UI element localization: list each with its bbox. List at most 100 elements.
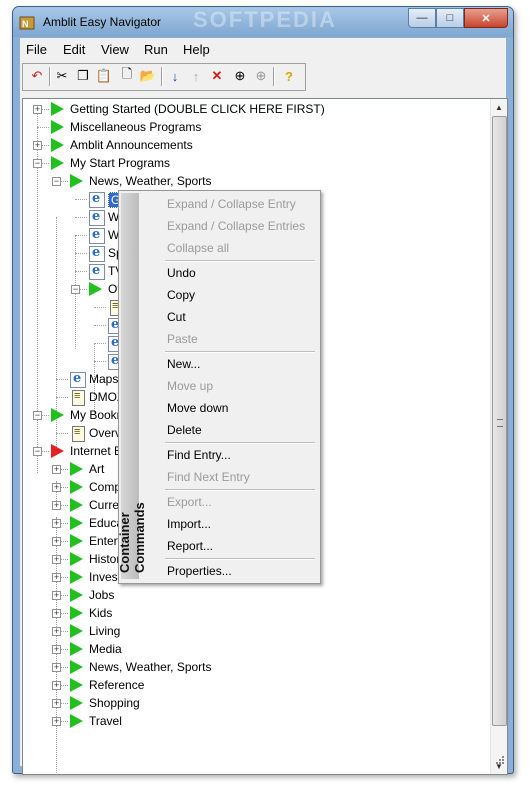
cut-button[interactable]: ✂ (52, 66, 72, 86)
find-button[interactable]: ⊕ (230, 66, 250, 86)
expand-icon[interactable]: + (52, 627, 61, 636)
context-menu-item[interactable]: Properties... (167, 564, 232, 578)
tree-node[interactable]: − News, Weather, Sports (23, 173, 483, 191)
context-menu-item[interactable]: Collapse all (167, 241, 229, 255)
context-menu-item[interactable]: Export... (167, 495, 212, 509)
context-menu-item[interactable]: Import... (167, 517, 211, 531)
expand-icon[interactable]: + (52, 681, 61, 690)
tree-node-label[interactable]: Reference (89, 678, 144, 692)
new-button[interactable]: 🗋 (117, 66, 137, 86)
context-menu-item[interactable]: Paste (167, 332, 198, 346)
context-menu-item[interactable]: Expand / Collapse Entries (167, 219, 305, 233)
menu-file[interactable]: File (26, 42, 47, 57)
expand-icon[interactable]: + (52, 609, 61, 618)
expand-icon[interactable]: + (52, 717, 61, 726)
tree-node[interactable]: + Media (23, 641, 483, 659)
tree-node-label[interactable]: Miscellaneous Programs (70, 120, 201, 134)
context-menu-item[interactable]: Expand / Collapse Entry (167, 197, 296, 211)
collapse-icon[interactable]: − (71, 285, 80, 294)
menu-separator (165, 489, 315, 491)
context-menu-item[interactable]: Move down (167, 401, 228, 415)
folder-flag-icon (51, 102, 64, 116)
folder-flag-icon (70, 606, 83, 620)
expand-icon[interactable]: + (52, 519, 61, 528)
tree-node[interactable]: − My Start Programs (23, 155, 483, 173)
context-menu-item[interactable]: Undo (167, 266, 196, 280)
tree-node-label[interactable]: Kids (89, 606, 112, 620)
tree-node-label[interactable]: My Start Programs (70, 156, 170, 170)
tree-node[interactable]: + Kids (23, 605, 483, 623)
help-button[interactable]: ? (279, 66, 299, 86)
expand-icon[interactable]: + (52, 663, 61, 672)
expand-icon[interactable]: + (52, 591, 61, 600)
open-button[interactable]: 📂 (138, 66, 158, 86)
tree-node-label[interactable]: Media (89, 642, 122, 656)
tree-node-label[interactable]: Getting Started (DOUBLE CLICK HERE FIRST… (70, 102, 325, 116)
minimize-button[interactable]: — (408, 8, 436, 28)
vertical-scrollbar[interactable]: ▲ ▼ (490, 99, 507, 774)
context-menu-item[interactable]: Find Next Entry (167, 470, 250, 484)
context-menu-item[interactable]: Copy (167, 288, 195, 302)
delete-button[interactable]: ✕ (207, 66, 227, 86)
expand-icon[interactable]: + (52, 483, 61, 492)
menu-separator (165, 442, 315, 444)
collapse-icon[interactable]: − (33, 159, 42, 168)
menu-separator (165, 558, 315, 560)
tree-node[interactable]: + Travel (23, 713, 483, 731)
title-bar[interactable]: N Amblit Easy Navigator SOFTPEDIA — □ ✕ (13, 7, 513, 37)
tree-node[interactable]: + News, Weather, Sports (23, 659, 483, 677)
tree-node[interactable]: + Reference (23, 677, 483, 695)
tree-node[interactable]: + Jobs (23, 587, 483, 605)
folder-flag-icon (70, 642, 83, 656)
expand-icon[interactable]: + (52, 645, 61, 654)
expand-icon[interactable]: + (52, 699, 61, 708)
tree-node-label[interactable]: News, Weather, Sports (89, 660, 212, 674)
context-menu-item[interactable]: New... (167, 357, 200, 371)
menu-view[interactable]: View (101, 42, 129, 57)
collapse-icon[interactable]: − (33, 447, 42, 456)
collapse-icon[interactable]: − (33, 411, 42, 420)
move-down-button[interactable]: ↓ (165, 66, 185, 86)
tree-node[interactable]: + Shopping (23, 695, 483, 713)
expand-icon[interactable]: + (52, 573, 61, 582)
tree-node-label[interactable]: Living (89, 624, 120, 638)
tree-node-label[interactable]: Shopping (89, 696, 140, 710)
copy-button[interactable]: ❐ (73, 66, 93, 86)
scroll-up-arrow-icon[interactable]: ▲ (491, 99, 507, 115)
scroll-thumb[interactable] (492, 116, 507, 726)
tree-node[interactable]: + Living (23, 623, 483, 641)
menu-edit[interactable]: Edit (63, 42, 85, 57)
menu-help[interactable]: Help (183, 42, 210, 57)
find-next-button[interactable]: ⊕ (251, 66, 271, 86)
tree-node[interactable]: Miscellaneous Programs (23, 119, 483, 137)
tree-node-label[interactable]: Art (89, 462, 104, 476)
resize-grip-icon[interactable] (495, 755, 505, 765)
folder-flag-icon (70, 588, 83, 602)
context-menu-item[interactable]: Move up (167, 379, 213, 393)
menu-run[interactable]: Run (144, 42, 168, 57)
context-menu-item[interactable]: Report... (167, 539, 213, 553)
paste-button[interactable]: 📋 (94, 66, 114, 86)
tree-node[interactable]: + Amblit Announcements (23, 137, 483, 155)
expand-icon[interactable]: + (33, 141, 42, 150)
folder-flag-icon (51, 408, 64, 422)
context-menu-item[interactable]: Find Entry... (167, 448, 231, 462)
context-menu-item[interactable]: Delete (167, 423, 202, 437)
tree-node-label[interactable]: Travel (89, 714, 122, 728)
tree-node[interactable]: + Getting Started (DOUBLE CLICK HERE FIRS… (23, 101, 483, 119)
tree-node-label[interactable]: News, Weather, Sports (89, 174, 212, 188)
expand-icon[interactable]: + (52, 501, 61, 510)
context-menu-title: Container Commands (117, 502, 147, 573)
move-up-button[interactable]: ↑ (186, 66, 206, 86)
close-button[interactable]: ✕ (464, 8, 508, 28)
tree-node-label[interactable]: Amblit Announcements (70, 138, 193, 152)
collapse-icon[interactable]: − (52, 177, 61, 186)
expand-icon[interactable]: + (52, 537, 61, 546)
undo-button[interactable]: ↶ (27, 66, 47, 86)
expand-icon[interactable]: + (52, 555, 61, 564)
expand-icon[interactable]: + (33, 105, 42, 114)
context-menu-item[interactable]: Cut (167, 310, 186, 324)
expand-icon[interactable]: + (52, 465, 61, 474)
tree-node-label[interactable]: Jobs (89, 588, 114, 602)
maximize-button[interactable]: □ (436, 8, 464, 28)
